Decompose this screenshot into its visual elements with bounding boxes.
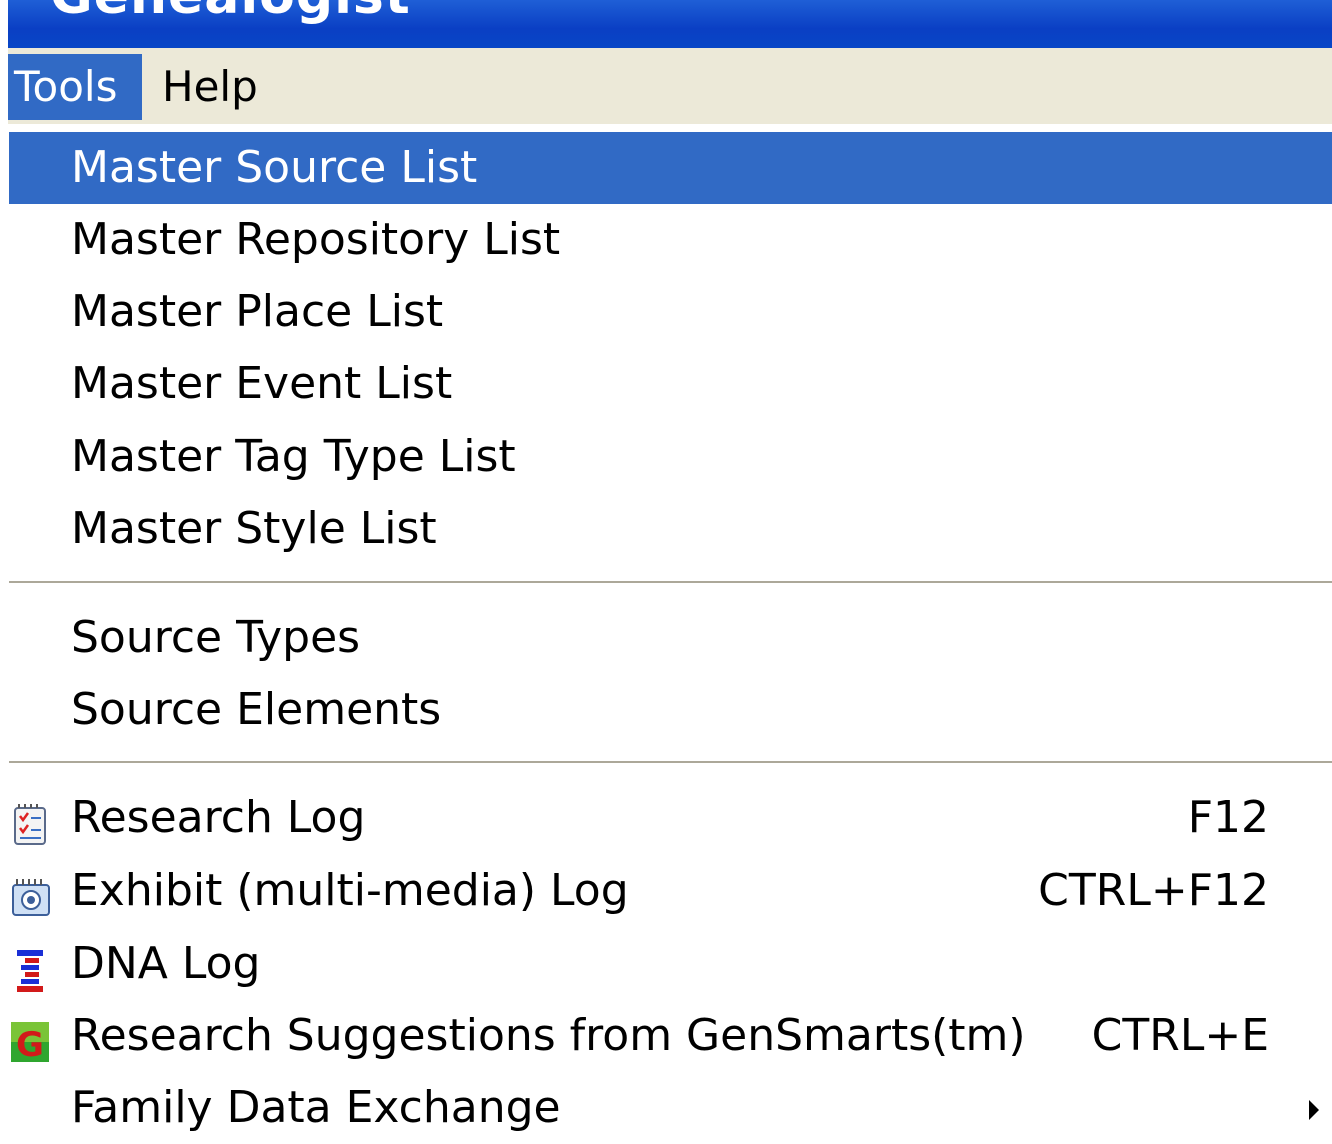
- menu-item-label: Master Repository List: [71, 214, 561, 265]
- menu-separator: [9, 761, 1332, 765]
- menu-item-label: Research Suggestions from GenSmarts(tm): [71, 1010, 1026, 1061]
- menu-item-master-repository-list[interactable]: Master Repository List: [9, 204, 1332, 276]
- menu-bar: Tools Help: [8, 48, 1332, 124]
- menu-item-master-event-list[interactable]: Master Event List: [9, 348, 1332, 420]
- shortcut-label: F12: [1187, 792, 1269, 843]
- menu-item-exhibit-log[interactable]: Exhibit (multi-media) Log CTRL+F12: [9, 855, 1332, 927]
- menu-item-master-source-list[interactable]: Master Source List: [9, 132, 1332, 204]
- exhibit-log-icon: [11, 869, 51, 916]
- submenu-arrow-icon: [1309, 1100, 1319, 1120]
- menu-item-label: Master Tag Type List: [71, 431, 516, 482]
- menu-help[interactable]: Help: [156, 54, 264, 120]
- menu-item-label: Master Style List: [71, 503, 437, 554]
- menu-item-source-elements[interactable]: Source Elements: [9, 674, 1332, 746]
- menu-item-label: Source Types: [71, 612, 361, 663]
- gensmarts-icon: G: [11, 1014, 51, 1065]
- svg-text:G: G: [16, 1025, 44, 1064]
- menu-item-label: DNA Log: [71, 938, 261, 989]
- menu-item-label: Exhibit (multi-media) Log: [71, 865, 629, 916]
- tools-dropdown-menu: Master Source List Master Repository Lis…: [8, 124, 1332, 1137]
- shortcut-label: CTRL+E: [1091, 1010, 1269, 1061]
- menu-item-master-style-list[interactable]: Master Style List: [9, 493, 1332, 565]
- menu-item-label: Master Source List: [71, 142, 478, 193]
- menu-item-label: Master Event List: [71, 358, 453, 409]
- dna-icon: [11, 942, 51, 992]
- title-bar: Genealogist: [8, 0, 1332, 48]
- menu-item-label: Family Data Exchange: [71, 1082, 561, 1133]
- menu-item-gensmarts[interactable]: G Research Suggestions from GenSmarts(tm…: [9, 1000, 1332, 1072]
- menu-item-label: Source Elements: [71, 684, 442, 735]
- menu-item-dna-log[interactable]: DNA Log: [9, 928, 1332, 1000]
- window-title: Genealogist: [50, 0, 411, 26]
- menu-item-master-tag-type-list[interactable]: Master Tag Type List: [9, 421, 1332, 493]
- shortcut-label: CTRL+F12: [1038, 865, 1269, 916]
- menu-item-label: Master Place List: [71, 286, 444, 337]
- menu-item-family-data-exchange[interactable]: Family Data Exchange: [9, 1072, 1332, 1144]
- menu-tools[interactable]: Tools: [8, 54, 142, 120]
- menu-separator: [9, 581, 1332, 585]
- menu-item-label: Research Log: [71, 792, 366, 843]
- menu-item-master-place-list[interactable]: Master Place List: [9, 276, 1332, 348]
- menu-item-research-log[interactable]: Research Log F12: [9, 782, 1332, 854]
- research-log-icon: [11, 796, 51, 845]
- menu-item-source-types[interactable]: Source Types: [9, 602, 1332, 674]
